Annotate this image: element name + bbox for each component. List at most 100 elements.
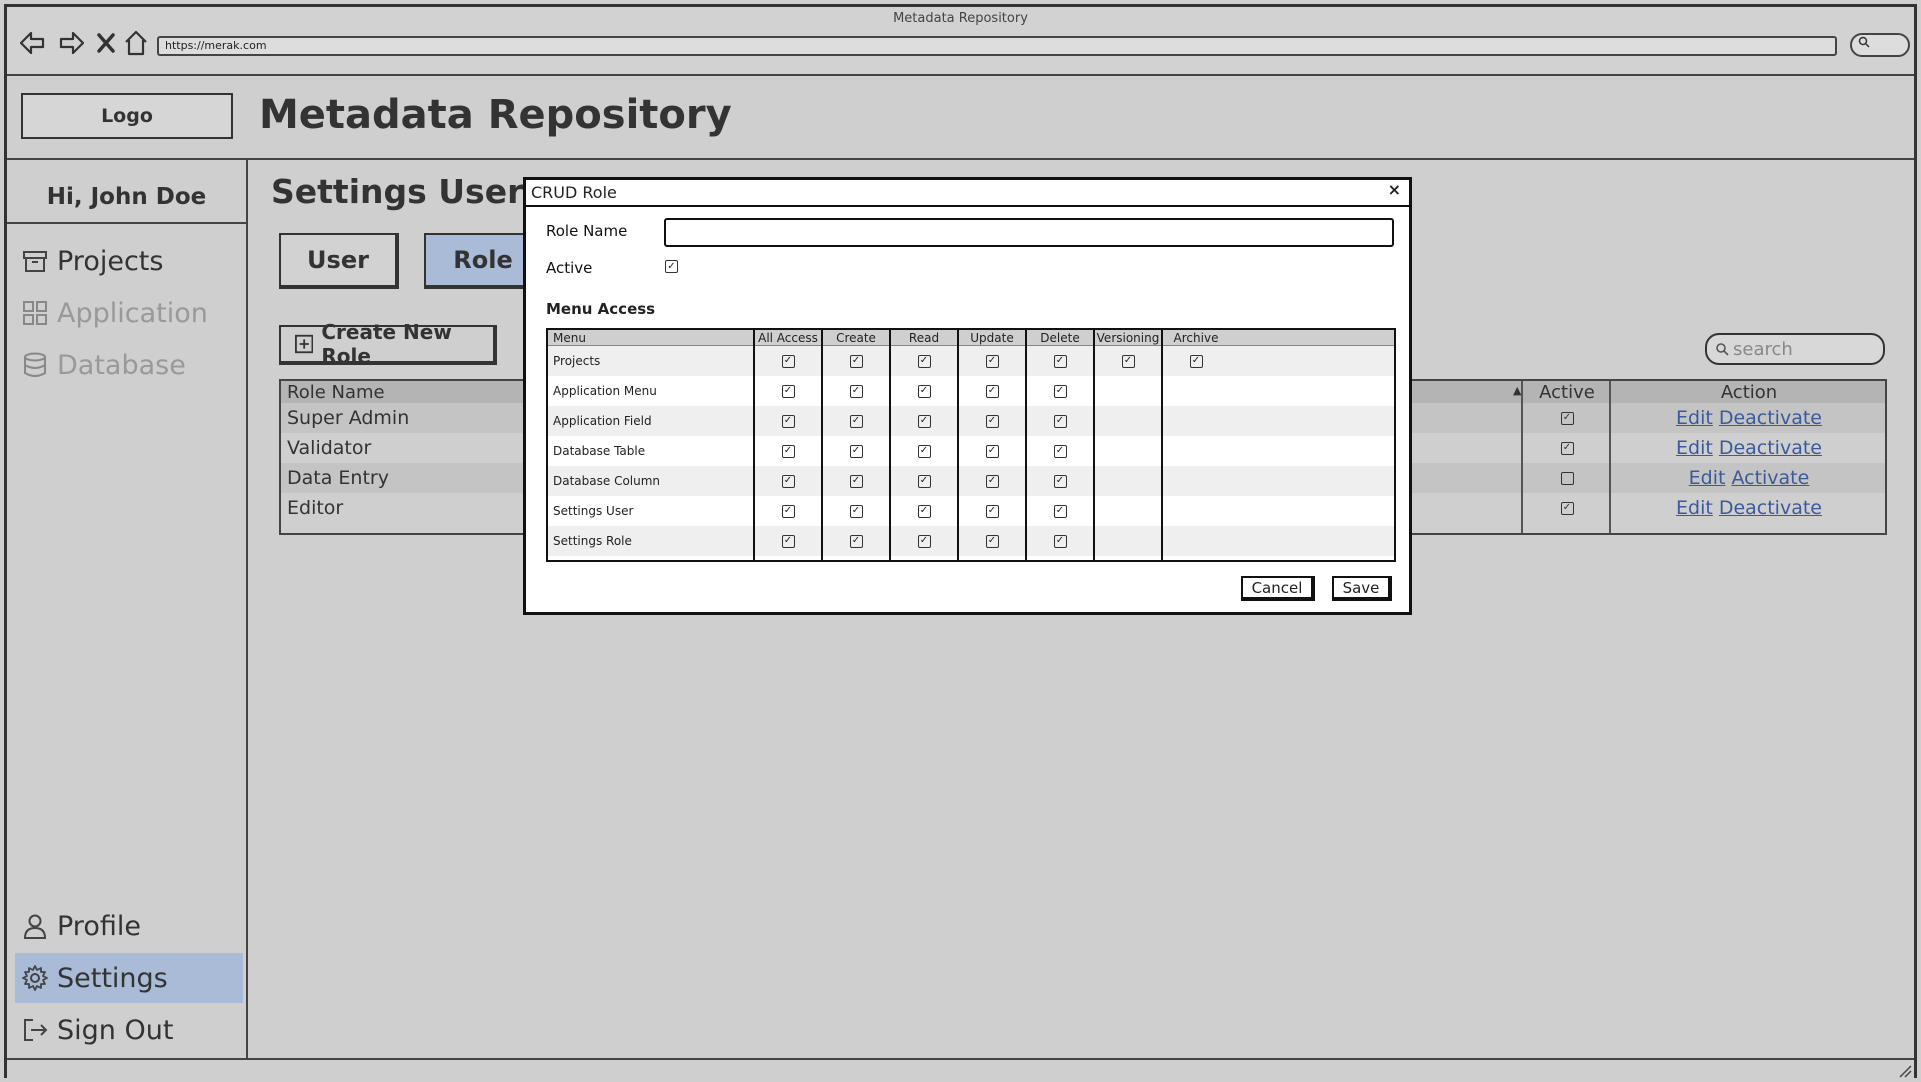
permission-checkbox[interactable]: ✓ — [917, 414, 931, 428]
permission-checkbox[interactable]: ✓ — [917, 474, 931, 488]
permission-checkbox[interactable]: ✓ — [1053, 354, 1067, 368]
access-cell — [1094, 496, 1162, 526]
permission-checkbox[interactable]: ✓ — [781, 534, 795, 548]
access-header-all-access: All Access — [758, 331, 818, 345]
permission-checkbox[interactable]: ✓ — [849, 474, 863, 488]
permission-checkbox[interactable]: ✓ — [1189, 354, 1203, 368]
permission-checkbox[interactable]: ✓ — [781, 474, 795, 488]
permission-checkbox[interactable]: ✓ — [985, 354, 999, 368]
back-arrow-icon[interactable] — [17, 29, 47, 57]
permission-checkbox[interactable]: ✓ — [849, 384, 863, 398]
permission-checkbox[interactable]: ✓ — [1053, 504, 1067, 518]
access-cell: ✓ — [822, 376, 890, 406]
active-checkbox[interactable]: ✓ — [1560, 501, 1574, 515]
active-checkbox[interactable]: ✓ — [665, 260, 678, 273]
sidebar-item-projects[interactable]: Projects — [15, 236, 243, 286]
create-new-role-button[interactable]: Create New Role — [279, 320, 497, 368]
permission-checkbox[interactable]: ✓ — [917, 504, 931, 518]
role-name-cell: Data Entry — [287, 467, 389, 489]
role-name-cell: Editor — [287, 497, 344, 519]
column-header-role-name[interactable]: Role Name — [287, 381, 385, 403]
permission-checkbox[interactable]: ✓ — [1053, 444, 1067, 458]
home-icon[interactable] — [123, 29, 149, 57]
access-cell: ✓ — [890, 346, 958, 376]
edit-link[interactable]: Edit — [1689, 467, 1726, 489]
permission-checkbox[interactable]: ✓ — [849, 414, 863, 428]
permission-checkbox[interactable]: ✓ — [917, 384, 931, 398]
sidebar-item-database[interactable]: Database — [15, 340, 243, 390]
permission-checkbox[interactable]: ✓ — [985, 534, 999, 548]
permission-checkbox[interactable]: ✓ — [1121, 354, 1135, 368]
browser-search-box[interactable] — [1850, 33, 1910, 57]
column-divider — [1521, 381, 1523, 533]
forward-arrow-icon[interactable] — [57, 29, 87, 57]
permission-checkbox[interactable]: ✓ — [985, 384, 999, 398]
access-menu-name: Settings Role — [553, 534, 632, 548]
search-icon — [1716, 343, 1729, 356]
close-x-icon[interactable] — [95, 29, 117, 57]
role-name-cell: Super Admin — [287, 407, 410, 429]
sidebar-item-application[interactable]: Application — [15, 288, 243, 338]
column-header-action[interactable]: Action — [1611, 381, 1887, 403]
close-icon[interactable]: × — [1388, 180, 1401, 199]
permission-checkbox[interactable]: ✓ — [781, 444, 795, 458]
permission-checkbox[interactable]: ✓ — [917, 444, 931, 458]
access-menu-name: Settings User — [553, 504, 634, 518]
permission-checkbox[interactable]: ✓ — [849, 504, 863, 518]
access-header-menu: Menu — [553, 331, 586, 345]
sidebar-item-settings[interactable]: Settings — [15, 953, 243, 1003]
access-cell: ✓ — [822, 436, 890, 466]
app-title: Metadata Repository — [259, 92, 732, 138]
column-header-active[interactable]: Active — [1523, 381, 1611, 403]
edit-link[interactable]: Edit — [1676, 437, 1713, 459]
active-checkbox[interactable] — [1560, 471, 1574, 485]
search-input[interactable]: search — [1705, 333, 1885, 365]
permission-checkbox[interactable]: ✓ — [849, 444, 863, 458]
permission-checkbox[interactable]: ✓ — [985, 444, 999, 458]
permission-checkbox[interactable]: ✓ — [985, 504, 999, 518]
permission-checkbox[interactable]: ✓ — [849, 534, 863, 548]
permission-checkbox[interactable]: ✓ — [781, 504, 795, 518]
permission-checkbox[interactable]: ✓ — [1053, 384, 1067, 398]
permission-checkbox[interactable]: ✓ — [1053, 414, 1067, 428]
access-row: Projects ✓ ✓ ✓ ✓ ✓ ✓ ✓ — [548, 346, 1394, 376]
tab-user[interactable]: User — [279, 233, 399, 289]
permission-checkbox[interactable]: ✓ — [1053, 474, 1067, 488]
url-bar[interactable]: https://merak.com — [157, 36, 1837, 56]
cancel-button[interactable]: Cancel — [1241, 576, 1315, 601]
deactivate-link[interactable]: Deactivate — [1719, 437, 1822, 459]
column-divider — [1025, 330, 1027, 560]
active-checkbox[interactable]: ✓ — [1560, 411, 1574, 425]
save-button[interactable]: Save — [1332, 576, 1392, 601]
role-name-cell: Validator — [287, 437, 372, 459]
edit-link[interactable]: Edit — [1676, 407, 1713, 429]
deactivate-link[interactable]: Deactivate — [1719, 407, 1822, 429]
permission-checkbox[interactable]: ✓ — [917, 534, 931, 548]
permission-checkbox[interactable]: ✓ — [781, 384, 795, 398]
permission-checkbox[interactable]: ✓ — [917, 354, 931, 368]
dialog-title: CRUD Role — [531, 183, 617, 202]
permission-checkbox[interactable]: ✓ — [1053, 534, 1067, 548]
permission-checkbox[interactable]: ✓ — [781, 354, 795, 368]
sidebar: Hi, John Doe Projects Application Databa… — [7, 160, 248, 1058]
permission-checkbox[interactable]: ✓ — [985, 474, 999, 488]
edit-link[interactable]: Edit — [1676, 497, 1713, 519]
resize-grip-icon[interactable] — [1896, 1062, 1912, 1078]
access-cell: ✓ — [1026, 436, 1094, 466]
sidebar-item-sign-out[interactable]: Sign Out — [15, 1005, 243, 1055]
gear-icon — [22, 965, 48, 991]
active-checkbox[interactable]: ✓ — [1560, 441, 1574, 455]
permission-checkbox[interactable]: ✓ — [781, 414, 795, 428]
access-menu-name: Application Field — [553, 414, 652, 428]
activate-link[interactable]: Activate — [1731, 467, 1809, 489]
deactivate-link[interactable]: Deactivate — [1719, 497, 1822, 519]
permission-checkbox[interactable]: ✓ — [985, 414, 999, 428]
access-cell: ✓ — [1094, 346, 1162, 376]
column-divider — [1161, 330, 1163, 560]
access-header-update: Update — [970, 331, 1014, 345]
permission-checkbox[interactable]: ✓ — [849, 354, 863, 368]
access-row: Application Field ✓ ✓ ✓ ✓ ✓ — [548, 406, 1394, 436]
access-menu-name: Database Table — [553, 444, 646, 458]
role-name-input[interactable] — [664, 218, 1394, 247]
sidebar-item-profile[interactable]: Profile — [15, 901, 243, 951]
